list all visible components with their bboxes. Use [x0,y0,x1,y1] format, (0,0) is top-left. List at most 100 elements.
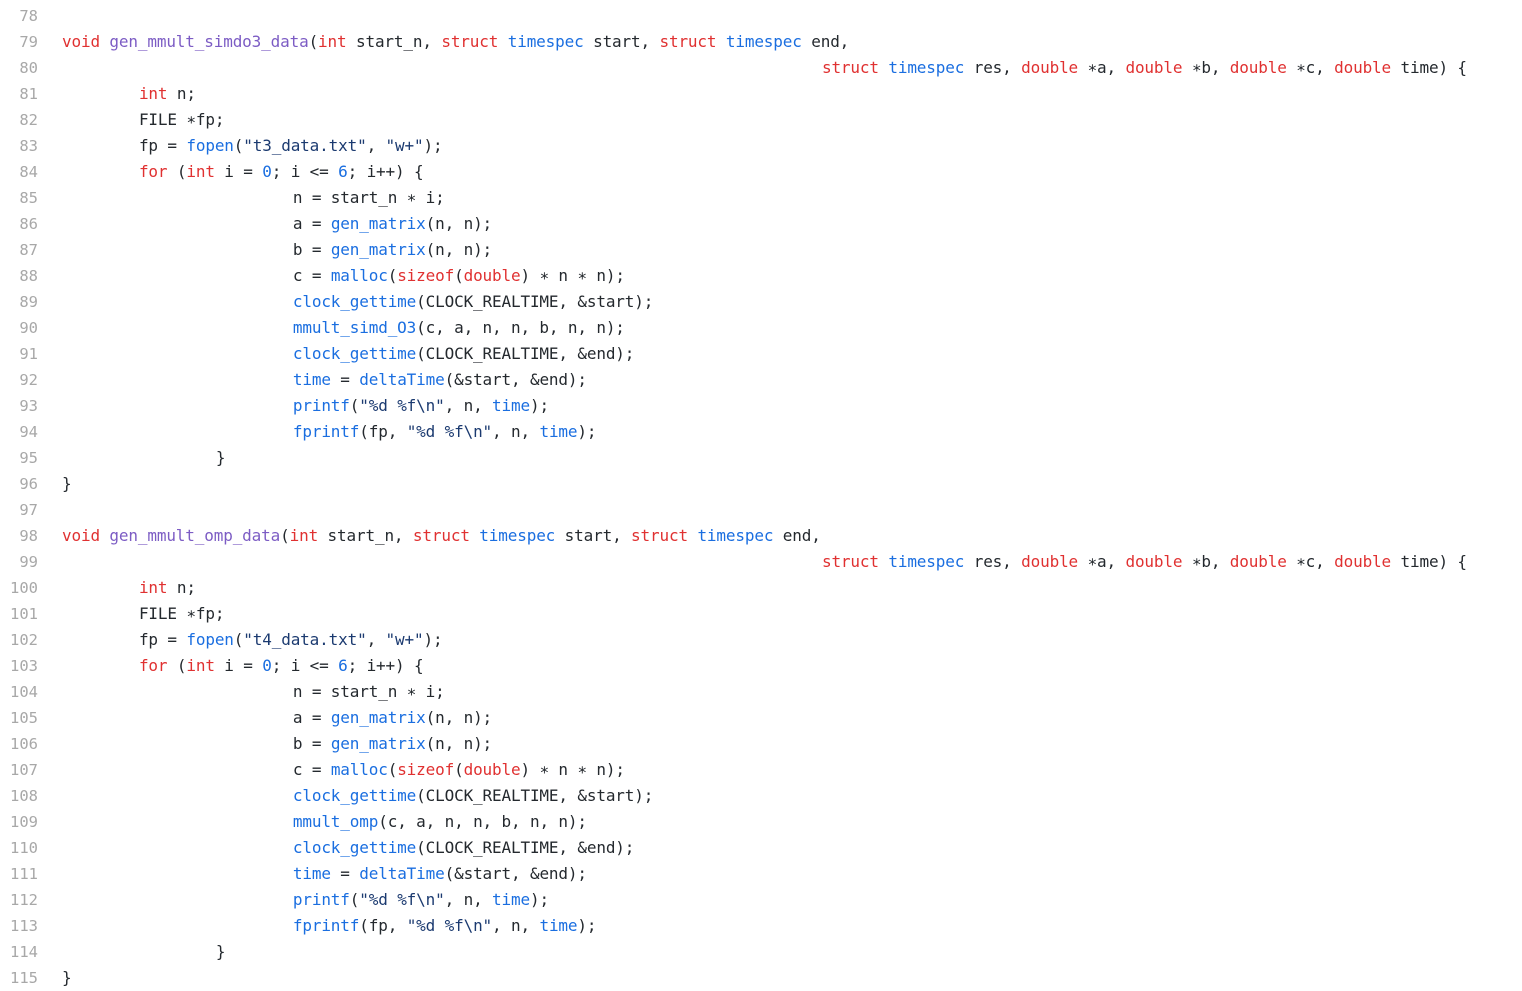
token-plain: (n, n); [425,734,493,753]
code-line[interactable]: 109 mmult_omp(c, a, n, n, b, n, n); [0,809,1522,835]
token-type: timespec [479,526,556,545]
token-plain: ( [233,136,244,155]
token-plain: (&start, &end); [444,864,587,883]
line-content: a = gen_matrix(n, n); [62,705,492,731]
code-line[interactable]: 88 c = malloc(sizeof(double) ∗ n ∗ n); [0,263,1522,289]
token-plain: FILE ∗fp; [138,110,225,129]
code-line[interactable]: 78 [0,3,1522,29]
token-var: time [292,864,331,883]
code-line[interactable]: 112 printf("%d %f\n", n, time); [0,887,1522,913]
code-line[interactable]: 79 void gen_mmult_simdo3_data(int start_n… [0,29,1522,55]
token-plain: ( [233,630,244,649]
code-line[interactable]: 100 int n; [0,575,1522,601]
token-keyword: void [62,32,100,51]
code-line[interactable]: 111 time = deltaTime(&start, &end); [0,861,1522,887]
code-line[interactable]: 94 fprintf(fp, "%d %f\n", n, time); [0,419,1522,445]
token-keyword: double [1229,58,1287,77]
code-line[interactable]: 91 clock_gettime(CLOCK_REALTIME, &end); [0,341,1522,367]
line-content: fprintf(fp, "%d %f\n", n, time); [62,419,597,445]
token-func: clock_gettime [292,786,417,805]
code-line[interactable]: 90 mmult_simd_O3(c, a, n, n, b, n, n); [0,315,1522,341]
code-line[interactable]: 89 clock_gettime(CLOCK_REALTIME, &start); [0,289,1522,315]
token-plain: ( [454,760,464,779]
code-line[interactable]: 93 printf("%d %f\n", n, time); [0,393,1522,419]
token-func: clock_gettime [292,838,417,857]
code-line[interactable]: 106 b = gen_matrix(n, n); [0,731,1522,757]
line-content: a = gen_matrix(n, n); [62,211,492,237]
code-line[interactable]: 113 fprintf(fp, "%d %f\n", n, time); [0,913,1522,939]
token-plain: (&start, &end); [444,370,587,389]
line-content: fprintf(fp, "%d %f\n", n, time); [62,913,597,939]
code-line[interactable]: 101 FILE ∗fp; [0,601,1522,627]
token-plain: n; [167,578,196,597]
line-number: 80 [19,59,38,77]
line-number: 84 [19,163,38,181]
line-number: 89 [19,293,38,311]
token-func: printf [292,396,350,415]
code-line[interactable]: 114} [0,939,1522,965]
code-line[interactable]: 86 a = gen_matrix(n, n); [0,211,1522,237]
token-plain: end, [773,526,821,545]
code-line[interactable]: 103 for (int i = 0; i <= 6; i++) { [0,653,1522,679]
line-number: 102 [10,631,38,649]
token-keyword: sizeof [397,266,455,285]
code-line[interactable]: 87 b = gen_matrix(n, n); [0,237,1522,263]
code-line[interactable]: 108 clock_gettime(CLOCK_REALTIME, &start)… [0,783,1522,809]
code-line[interactable]: 81 int n; [0,81,1522,107]
code-line[interactable]: 102 fp = fopen("t4_data.txt", "w+"); [0,627,1522,653]
code-line[interactable]: 110 clock_gettime(CLOCK_REALTIME, &end); [0,835,1522,861]
code-line[interactable]: 96} [0,471,1522,497]
token-type: timespec [697,526,774,545]
token-plain: start_n, [318,526,413,545]
code-line[interactable]: 84 for (int i = 0; i <= 6; i++) { [0,159,1522,185]
token-string: "w+" [385,630,424,649]
token-plain: = [330,864,360,883]
token-plain: c = [292,760,331,779]
line-number: 96 [19,475,38,493]
code-line[interactable]: 85 n = start_n ∗ i; [0,185,1522,211]
token-plain: start_n, [346,32,442,51]
token-keyword: int [138,578,168,597]
token-funcdef: gen_mmult_simdo3_data [109,32,309,51]
token-number: 6 [338,162,348,181]
code-line[interactable]: 104 n = start_n ∗ i; [0,679,1522,705]
token-func: fprintf [292,422,360,441]
code-line[interactable]: 107 c = malloc(sizeof(double) ∗ n ∗ n); [0,757,1522,783]
token-type: timespec [888,58,965,77]
line-content: int n; [62,81,196,107]
token-keyword: int [186,656,215,675]
line-content: int n; [62,575,196,601]
code-line[interactable]: 99 struct timespec res, double ∗a, double… [0,549,1522,575]
token-string: "%d %f\n" [406,422,493,441]
token-number: 6 [338,656,348,675]
code-line[interactable]: 92 time = deltaTime(&start, &end); [0,367,1522,393]
token-func: mmult_simd_O3 [292,318,417,337]
code-line[interactable]: 95} [0,445,1522,471]
token-func: fprintf [292,916,360,935]
token-func: malloc [330,266,388,285]
token-var: time [492,396,530,415]
line-content: n = start_n ∗ i; [62,679,445,705]
token-plain: n = start_n ∗ i; [292,188,445,207]
token-type: timespec [888,552,965,571]
code-line[interactable]: 98 void gen_mmult_omp_data(int start_n, s… [0,523,1522,549]
code-line[interactable]: 83 fp = fopen("t3_data.txt", "w+"); [0,133,1522,159]
token-keyword: double [463,266,521,285]
token-plain: (n, n); [425,708,493,727]
line-content: n = start_n ∗ i; [62,185,445,211]
code-line[interactable]: 80 struct timespec res, double ∗a, double… [0,55,1522,81]
token-plain: , n, [492,916,540,935]
token-plain: ( [349,396,360,415]
token-plain: } [215,448,226,467]
code-line[interactable]: 82 FILE ∗fp; [0,107,1522,133]
code-line[interactable]: 115} [0,965,1522,991]
token-string: "%d %f\n" [406,916,493,935]
line-content: fp = fopen("t3_data.txt", "w+"); [62,133,443,159]
code-line[interactable]: 97 [0,497,1522,523]
token-plain: ∗a, [1078,552,1126,571]
token-plain: FILE ∗fp; [138,604,225,623]
code-line[interactable]: 105 a = gen_matrix(n, n); [0,705,1522,731]
token-plain: (fp, [359,916,407,935]
code-viewer[interactable]: 78 79 void gen_mmult_simdo3_data(int start… [0,0,1522,988]
token-plain: ( [387,760,398,779]
